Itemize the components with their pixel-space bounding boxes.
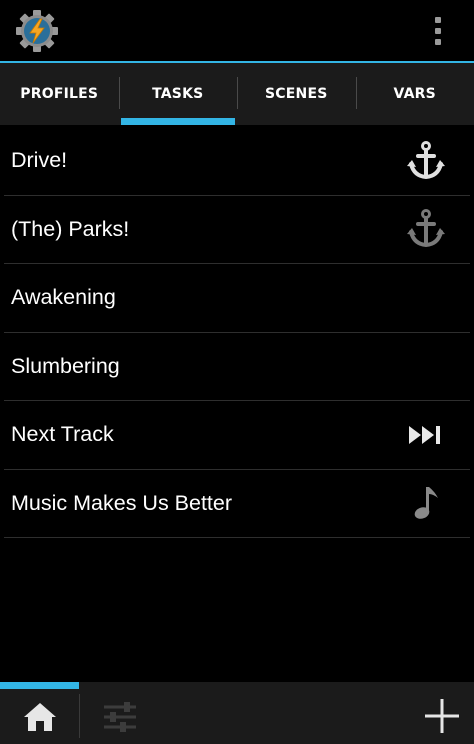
tab-tasks[interactable]: TASKS (119, 63, 238, 125)
task-label: Next Track (11, 422, 114, 447)
tab-label: TASKS (152, 86, 204, 102)
tab-separator (119, 77, 120, 109)
bottom-bar (0, 682, 474, 744)
tab-label: SCENES (265, 86, 328, 102)
task-label: Awakening (11, 285, 116, 310)
tab-vars[interactable]: VARS (356, 63, 474, 125)
music-note-icon (404, 481, 448, 525)
tab-separator (356, 77, 357, 109)
sliders-icon[interactable] (96, 694, 144, 740)
tab-scenes[interactable]: SCENES (237, 63, 356, 125)
task-row-music[interactable]: Music Makes Us Better (4, 470, 470, 538)
overflow-dot (435, 39, 441, 45)
task-row-drive[interactable]: Drive! (4, 127, 470, 196)
overflow-dot (435, 17, 441, 23)
task-label: Slumbering (11, 353, 120, 378)
tab-label: VARS (393, 86, 436, 102)
task-row-slumbering[interactable]: Slumbering (4, 333, 470, 401)
bottom-separator (79, 694, 80, 738)
task-label: Music Makes Us Better (11, 490, 233, 515)
home-icon[interactable] (14, 694, 66, 740)
skip-next-icon (404, 413, 448, 457)
overflow-dot (435, 28, 441, 34)
action-bar (0, 0, 474, 61)
tab-profiles[interactable]: PROFILES (0, 63, 119, 125)
task-row-awakening[interactable]: Awakening (4, 264, 470, 333)
task-row-parks[interactable]: (The) Parks! (4, 196, 470, 264)
tasker-app-icon[interactable] (16, 10, 58, 52)
task-label: Drive! (11, 148, 68, 173)
task-label: (The) Parks! (11, 216, 130, 241)
task-row-next-track[interactable]: Next Track (4, 401, 470, 470)
anchor-icon (404, 207, 448, 251)
add-icon[interactable] (418, 692, 466, 740)
tab-separator (237, 77, 238, 109)
task-list: Drive! (The) Parks! Awakening Slumbering… (0, 127, 474, 538)
bottom-selection-indicator (0, 682, 79, 689)
tab-bar: PROFILES TASKS SCENES VARS (0, 63, 474, 125)
tasker-screen: PROFILES TASKS SCENES VARS Drive! (The) … (0, 0, 474, 744)
anchor-icon (404, 139, 448, 183)
tab-label: PROFILES (20, 86, 99, 102)
overflow-menu-icon[interactable] (424, 14, 452, 48)
